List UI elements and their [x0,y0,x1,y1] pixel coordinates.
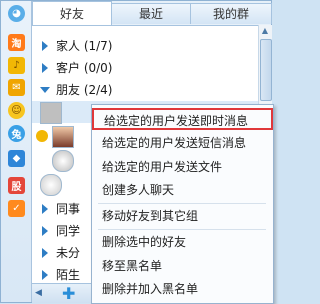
avatar [52,126,74,148]
group-label: 陌生 [56,268,81,282]
menu-item-send-sms[interactable]: 给选定的用户发送短信消息 [92,132,273,154]
menu-item-move-to-blacklist[interactable]: 移至黑名单 [92,255,273,277]
group-family[interactable]: 家人 (1/7) [32,35,258,57]
group-label: 家人 (1/7) [56,39,113,53]
collapsed-arrow-icon [42,248,48,258]
im-window: ◕ 淘 ♪ ✉ ☺ 兔 ◆ 股 ✓ 好友 最近 我的群 家人 (1/7) 客户 … [0,0,274,304]
menu-item-move-to-group[interactable]: 移动好友到其它组 [92,205,273,227]
smile-icon[interactable]: ☺ [8,102,25,119]
add-icon[interactable]: ✚ [62,284,75,303]
group-clients[interactable]: 客户 (0/0) [32,57,258,79]
menu-item-send-file[interactable]: 给选定的用户发送文件 [92,156,273,178]
group-label: 客户 (0/0) [56,61,113,75]
stock-icon[interactable]: 股 [8,177,25,194]
chevron-left-icon[interactable]: ◀ [35,288,42,298]
mail-icon[interactable]: ✉ [8,79,25,96]
qq-icon[interactable]: ◆ [8,150,25,167]
menu-item-send-instant-message[interactable]: 给选定的用户发送即时消息 [92,108,273,130]
context-menu: 给选定的用户发送即时消息 给选定的用户发送短信消息 给选定的用户发送文件 创建多… [91,104,274,304]
tab-my-groups[interactable]: 我的群 [190,3,272,24]
taobao-icon[interactable]: 淘 [8,34,25,51]
group-label: 未分 [56,246,81,260]
avatar [40,174,62,196]
collapsed-arrow-icon [42,41,48,51]
tab-recent[interactable]: 最近 [111,3,191,24]
expanded-arrow-icon [40,87,50,93]
collapsed-arrow-icon [42,63,48,73]
shield-icon[interactable]: ✓ [8,200,25,217]
avatar [40,102,62,124]
scroll-thumb[interactable] [260,39,272,101]
collapsed-arrow-icon [42,270,48,280]
bell-icon[interactable]: ♪ [8,57,25,74]
tab-bar: 好友 最近 我的群 [32,1,272,26]
app-sidebar: ◕ 淘 ♪ ✉ ☺ 兔 ◆ 股 ✓ [1,1,32,302]
menu-divider [98,229,266,230]
group-label: 朋友 (2/4) [56,83,113,97]
status-icon [36,130,48,142]
collapsed-arrow-icon [42,226,48,236]
avatar [52,150,74,172]
menu-item-delete-and-blacklist[interactable]: 删除并加入黑名单 [92,278,273,300]
group-label: 同学 [56,224,81,238]
group-label: 同事 [56,202,81,216]
scroll-up-icon[interactable]: ▲ [260,25,270,37]
group-friends[interactable]: 朋友 (2/4) [32,79,258,101]
menu-item-delete-friend[interactable]: 删除选中的好友 [92,231,273,253]
collapsed-arrow-icon [42,204,48,214]
cat-icon[interactable]: ◕ [8,5,25,22]
tab-friends[interactable]: 好友 [32,1,112,26]
blue-circle-icon[interactable]: 兔 [8,125,25,142]
menu-divider [98,203,266,204]
menu-item-create-group-chat[interactable]: 创建多人聊天 [92,179,273,201]
